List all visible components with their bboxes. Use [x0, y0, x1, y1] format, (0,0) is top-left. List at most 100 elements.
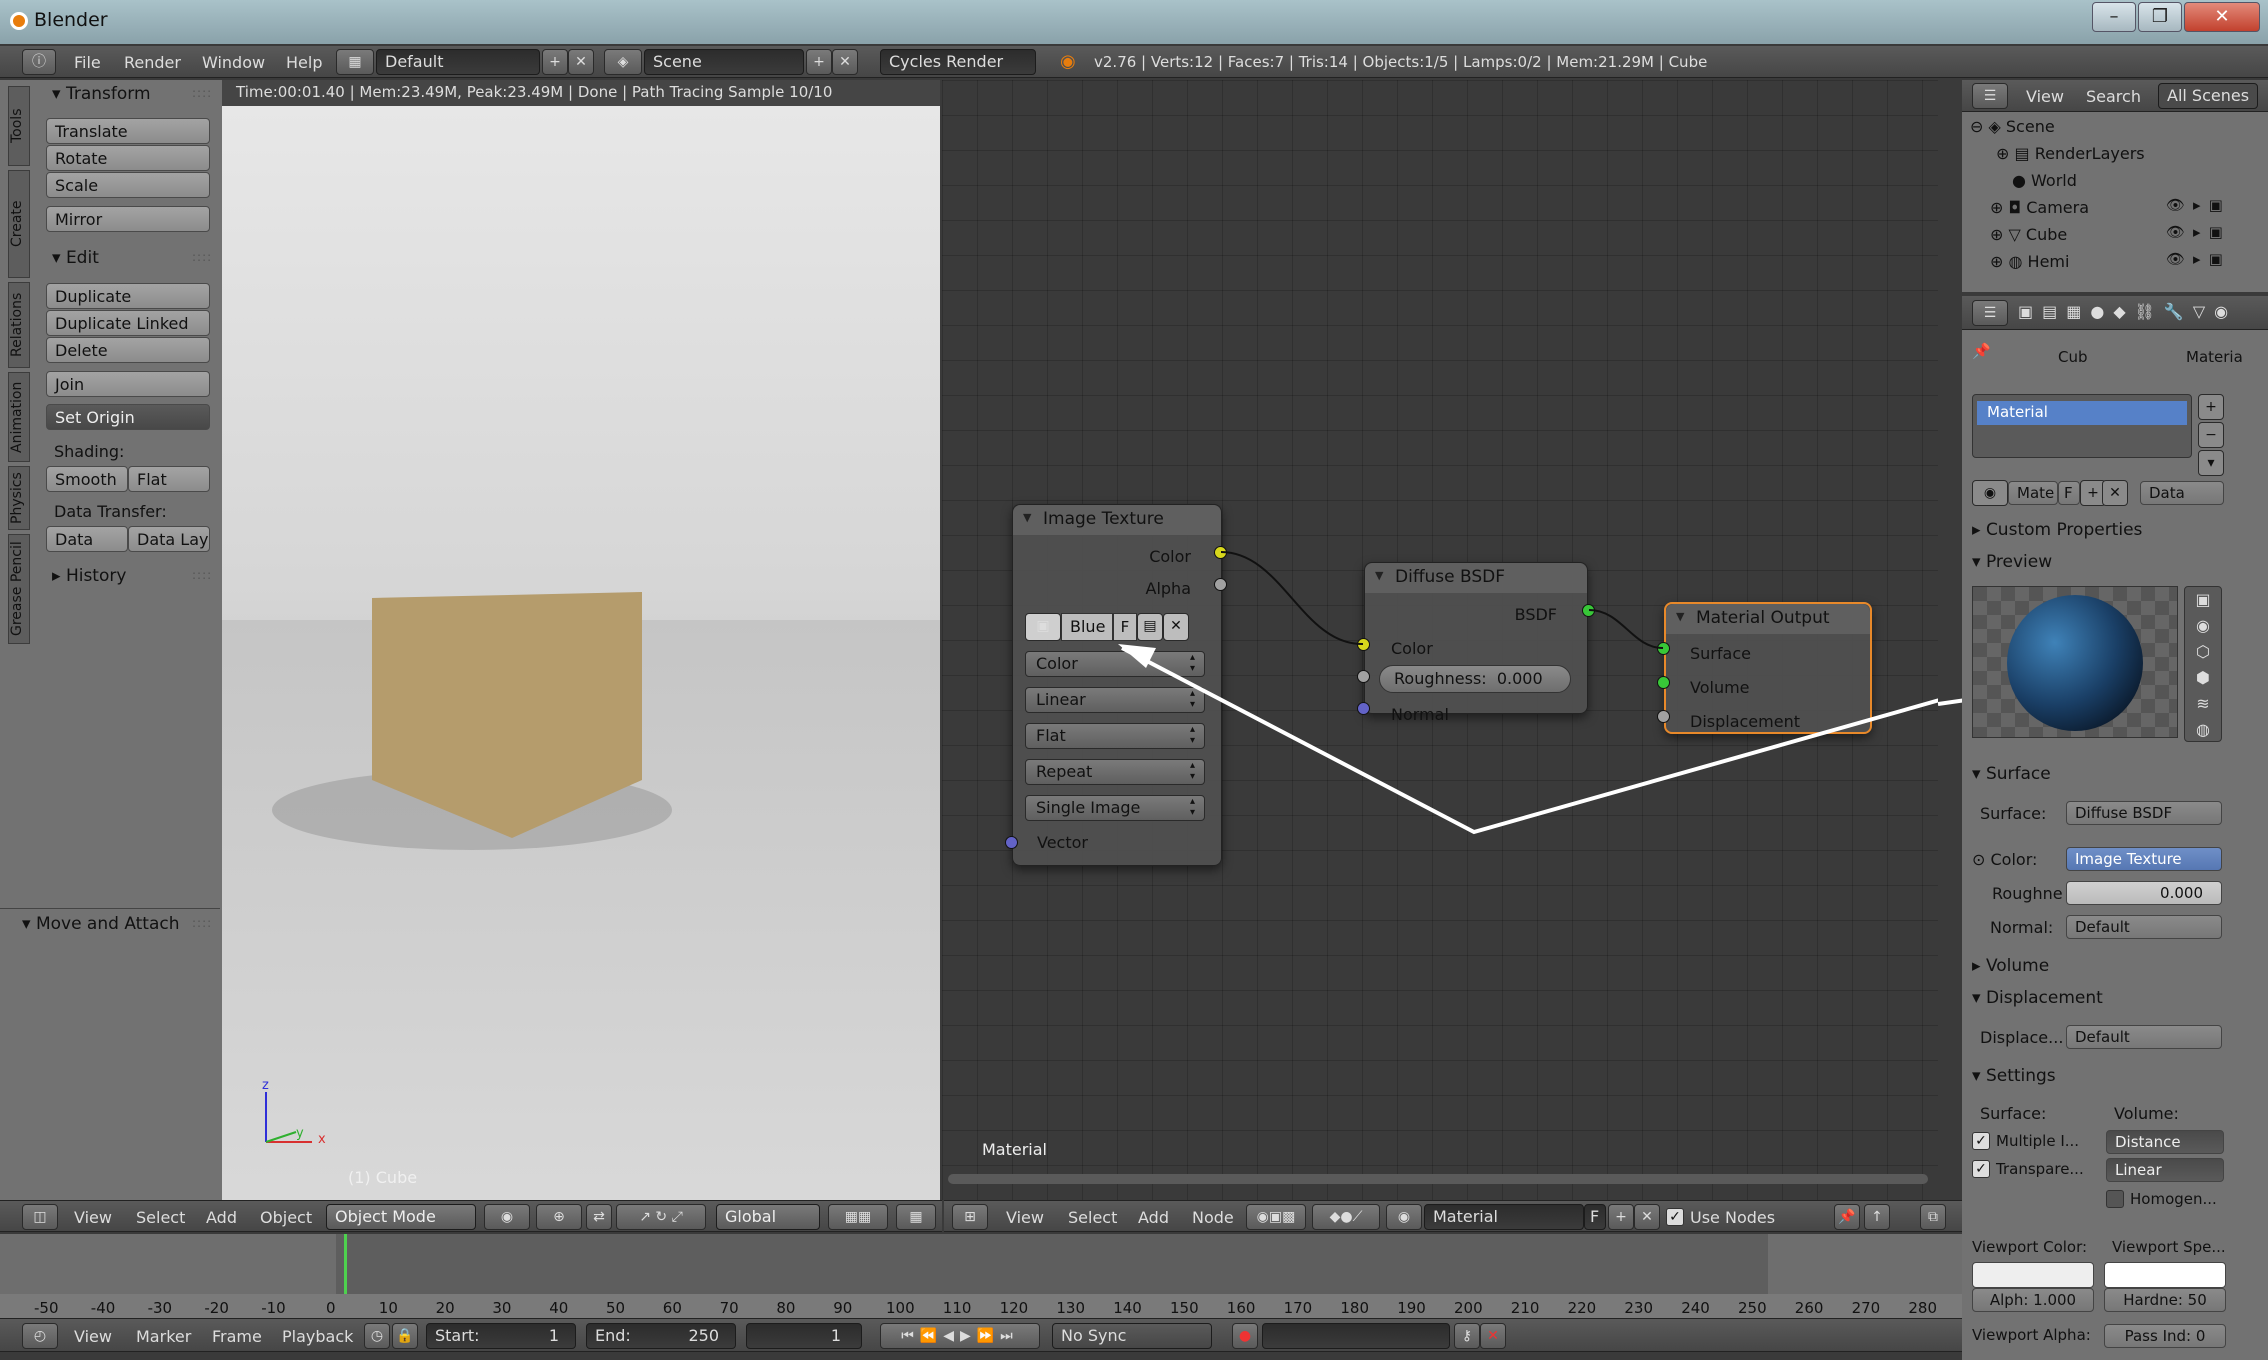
scene-icon[interactable]: ◈ — [604, 49, 642, 75]
visibility-icons[interactable]: 👁▸▣ — [2166, 223, 2231, 241]
shader-context-icons[interactable]: ◆●⟋ — [1312, 1204, 1380, 1230]
node-material-field[interactable]: Material — [1424, 1204, 1584, 1230]
set-origin-select[interactable]: Set Origin — [46, 404, 210, 430]
alpha-field[interactable]: Alph: 1.000 — [1972, 1288, 2094, 1312]
outliner-row-scene[interactable]: ⊖ ◈ Scene — [1970, 117, 2055, 136]
viewport-menu-view[interactable]: View — [74, 1208, 112, 1227]
lock-icon[interactable]: 🔒 — [392, 1323, 418, 1349]
outliner-row-cube[interactable]: ⊕ ▽ Cube — [1990, 225, 2067, 244]
use-nodes-checkbox[interactable]: ✓ — [1666, 1208, 1684, 1226]
extension-select[interactable]: Repeat — [1025, 759, 1205, 785]
drag-handle-icon[interactable]: :::: — [192, 86, 212, 100]
join-button[interactable]: Join — [46, 371, 210, 397]
tab-animation[interactable]: Animation — [8, 372, 30, 462]
close-button[interactable]: ✕ — [2184, 2, 2260, 32]
material-slot-list[interactable]: Material — [1972, 394, 2192, 458]
data-button[interactable]: Data — [46, 526, 128, 552]
normal-input-socket[interactable] — [1357, 702, 1370, 715]
menu-help[interactable]: Help — [286, 53, 322, 72]
drag-handle-icon[interactable]: :::: — [192, 250, 212, 264]
rotate-button[interactable]: Rotate — [46, 145, 210, 171]
duplicate-button[interactable]: Duplicate — [46, 283, 210, 309]
node-menu-view[interactable]: View — [1006, 1208, 1044, 1227]
projection-select[interactable]: Flat — [1025, 723, 1205, 749]
displacement-input-socket[interactable] — [1657, 710, 1670, 723]
outliner-row-world[interactable]: ● World — [2012, 171, 2077, 190]
surface-shader-select[interactable]: Diffuse BSDF — [2066, 801, 2222, 825]
diffuse-color-input-socket[interactable] — [1357, 638, 1370, 651]
pivot-icon[interactable]: ⊕ — [536, 1204, 582, 1230]
remove-layout-icon[interactable]: ✕ — [568, 49, 594, 75]
image-alpha-output-socket[interactable] — [1214, 578, 1227, 591]
viewport-menu-add[interactable]: Add — [206, 1208, 237, 1227]
node-menu-select[interactable]: Select — [1068, 1208, 1117, 1227]
outliner-scope-select[interactable]: All Scenes — [2158, 83, 2258, 109]
material-name-field[interactable]: Mate — [2008, 481, 2058, 505]
interpolation-select[interactable]: Linear — [1025, 687, 1205, 713]
transform-manipulators-icon[interactable]: ↗ ↻ ⤢ — [616, 1204, 706, 1230]
tab-physics[interactable]: Physics — [8, 466, 30, 530]
outliner-menu-view[interactable]: View — [2026, 87, 2064, 106]
maximize-button[interactable]: ❐ — [2138, 2, 2182, 32]
mode-select[interactable]: Object Mode — [326, 1204, 476, 1230]
timeline-menu-playback[interactable]: Playback — [282, 1327, 353, 1346]
preview-header[interactable]: ▾ Preview — [1972, 552, 2052, 572]
record-icon[interactable]: ● — [1232, 1323, 1258, 1349]
normal-input-select[interactable]: Default — [2066, 915, 2222, 939]
node-fake-user[interactable]: F — [1584, 1204, 1606, 1230]
node-unlink-material-icon[interactable]: ✕ — [1634, 1204, 1660, 1230]
tab-create[interactable]: Create — [8, 170, 30, 278]
image-name-field[interactable]: Blue — [1061, 613, 1113, 641]
unlink-icon[interactable]: ✕ — [1163, 613, 1189, 641]
displacement-input-select[interactable]: Default — [2066, 1025, 2222, 1049]
render-engine-select[interactable]: Cycles Render — [880, 49, 1036, 75]
shading-mode-icon[interactable]: ◉ — [484, 1204, 530, 1230]
volume-interpolation-select[interactable]: Linear — [2106, 1158, 2224, 1182]
volume-header[interactable]: ▸ Volume — [1972, 956, 2049, 976]
custom-properties-header[interactable]: ▸ Custom Properties — [1972, 520, 2142, 540]
fake-user-button[interactable]: F — [1113, 613, 1137, 641]
scene-field[interactable]: Scene — [644, 49, 804, 75]
minimize-button[interactable]: – — [2092, 2, 2136, 32]
properties-editor-icon[interactable]: ☰ — [1972, 300, 2008, 326]
material-browse-icon[interactable]: ◉ — [1972, 480, 2008, 506]
tab-grease-pencil[interactable]: Grease Pencil — [8, 534, 30, 644]
viewport-specular-swatch[interactable] — [2104, 1262, 2226, 1288]
node-menu-add[interactable]: Add — [1138, 1208, 1169, 1227]
layers-grid-icon-2[interactable]: ▦ — [896, 1204, 936, 1230]
volume-input-socket[interactable] — [1657, 676, 1670, 689]
data-layers-button[interactable]: Data Lay — [128, 526, 210, 552]
pin-icon[interactable]: 📌 — [1972, 342, 1991, 360]
duplicate-linked-button[interactable]: Duplicate Linked — [46, 310, 210, 336]
slot-menu-icon[interactable]: ▾ — [2198, 450, 2224, 476]
info-editor-icon[interactable]: ⓘ — [22, 49, 56, 75]
color-space-select[interactable]: Color — [1025, 651, 1205, 677]
image-vector-input-socket[interactable] — [1005, 836, 1018, 849]
node-editor[interactable]: Material Image Texture Color Alpha ▣ Blu… — [942, 80, 1938, 1200]
timeline-menu-frame[interactable]: Frame — [212, 1327, 262, 1346]
tab-tools[interactable]: Tools — [8, 86, 30, 166]
shader-type-icons[interactable]: ◉▣▩ — [1246, 1204, 1306, 1230]
unlink-material-icon[interactable]: ✕ — [2102, 480, 2128, 506]
homogeneous-checkbox[interactable] — [2106, 1190, 2124, 1208]
clock-icon[interactable]: ◷ — [364, 1323, 390, 1349]
go-parent-icon[interactable]: ↑ — [1864, 1204, 1890, 1230]
delete-keyframe-icon[interactable]: ✕ — [1480, 1323, 1506, 1349]
visibility-icons[interactable]: 👁▸▣ — [2166, 250, 2231, 268]
timeline-menu-marker[interactable]: Marker — [136, 1327, 191, 1346]
visibility-icons[interactable]: 👁▸▣ — [2166, 196, 2231, 214]
viewport-color-swatch[interactable] — [1972, 1262, 2094, 1288]
timeline-editor-icon[interactable]: ◴ — [22, 1323, 58, 1349]
pin-node-tree-icon[interactable]: 📌 — [1834, 1204, 1860, 1230]
timeline-menu-view[interactable]: View — [74, 1327, 112, 1346]
delete-button[interactable]: Delete — [46, 337, 210, 363]
layers-grid-icon[interactable]: ▦▦ — [828, 1204, 888, 1230]
manipulator-icon[interactable]: ⇄ — [586, 1204, 612, 1230]
displacement-header[interactable]: ▾ Displacement — [1972, 988, 2103, 1008]
outliner-row-renderlayers[interactable]: ⊕ ▤ RenderLayers — [1996, 144, 2145, 163]
diffuse-bsdf-node[interactable]: Diffuse BSDF BSDF Color Roughness: 0.000… — [1364, 562, 1588, 724]
material-output-node[interactable]: Material Output Surface Volume Displacem… — [1664, 602, 1872, 734]
translate-button[interactable]: Translate — [46, 118, 210, 144]
image-texture-node[interactable]: Image Texture Color Alpha ▣ Blue F ▤ ✕ C… — [1012, 504, 1222, 866]
color-input-select[interactable]: Image Texture — [2066, 847, 2222, 871]
